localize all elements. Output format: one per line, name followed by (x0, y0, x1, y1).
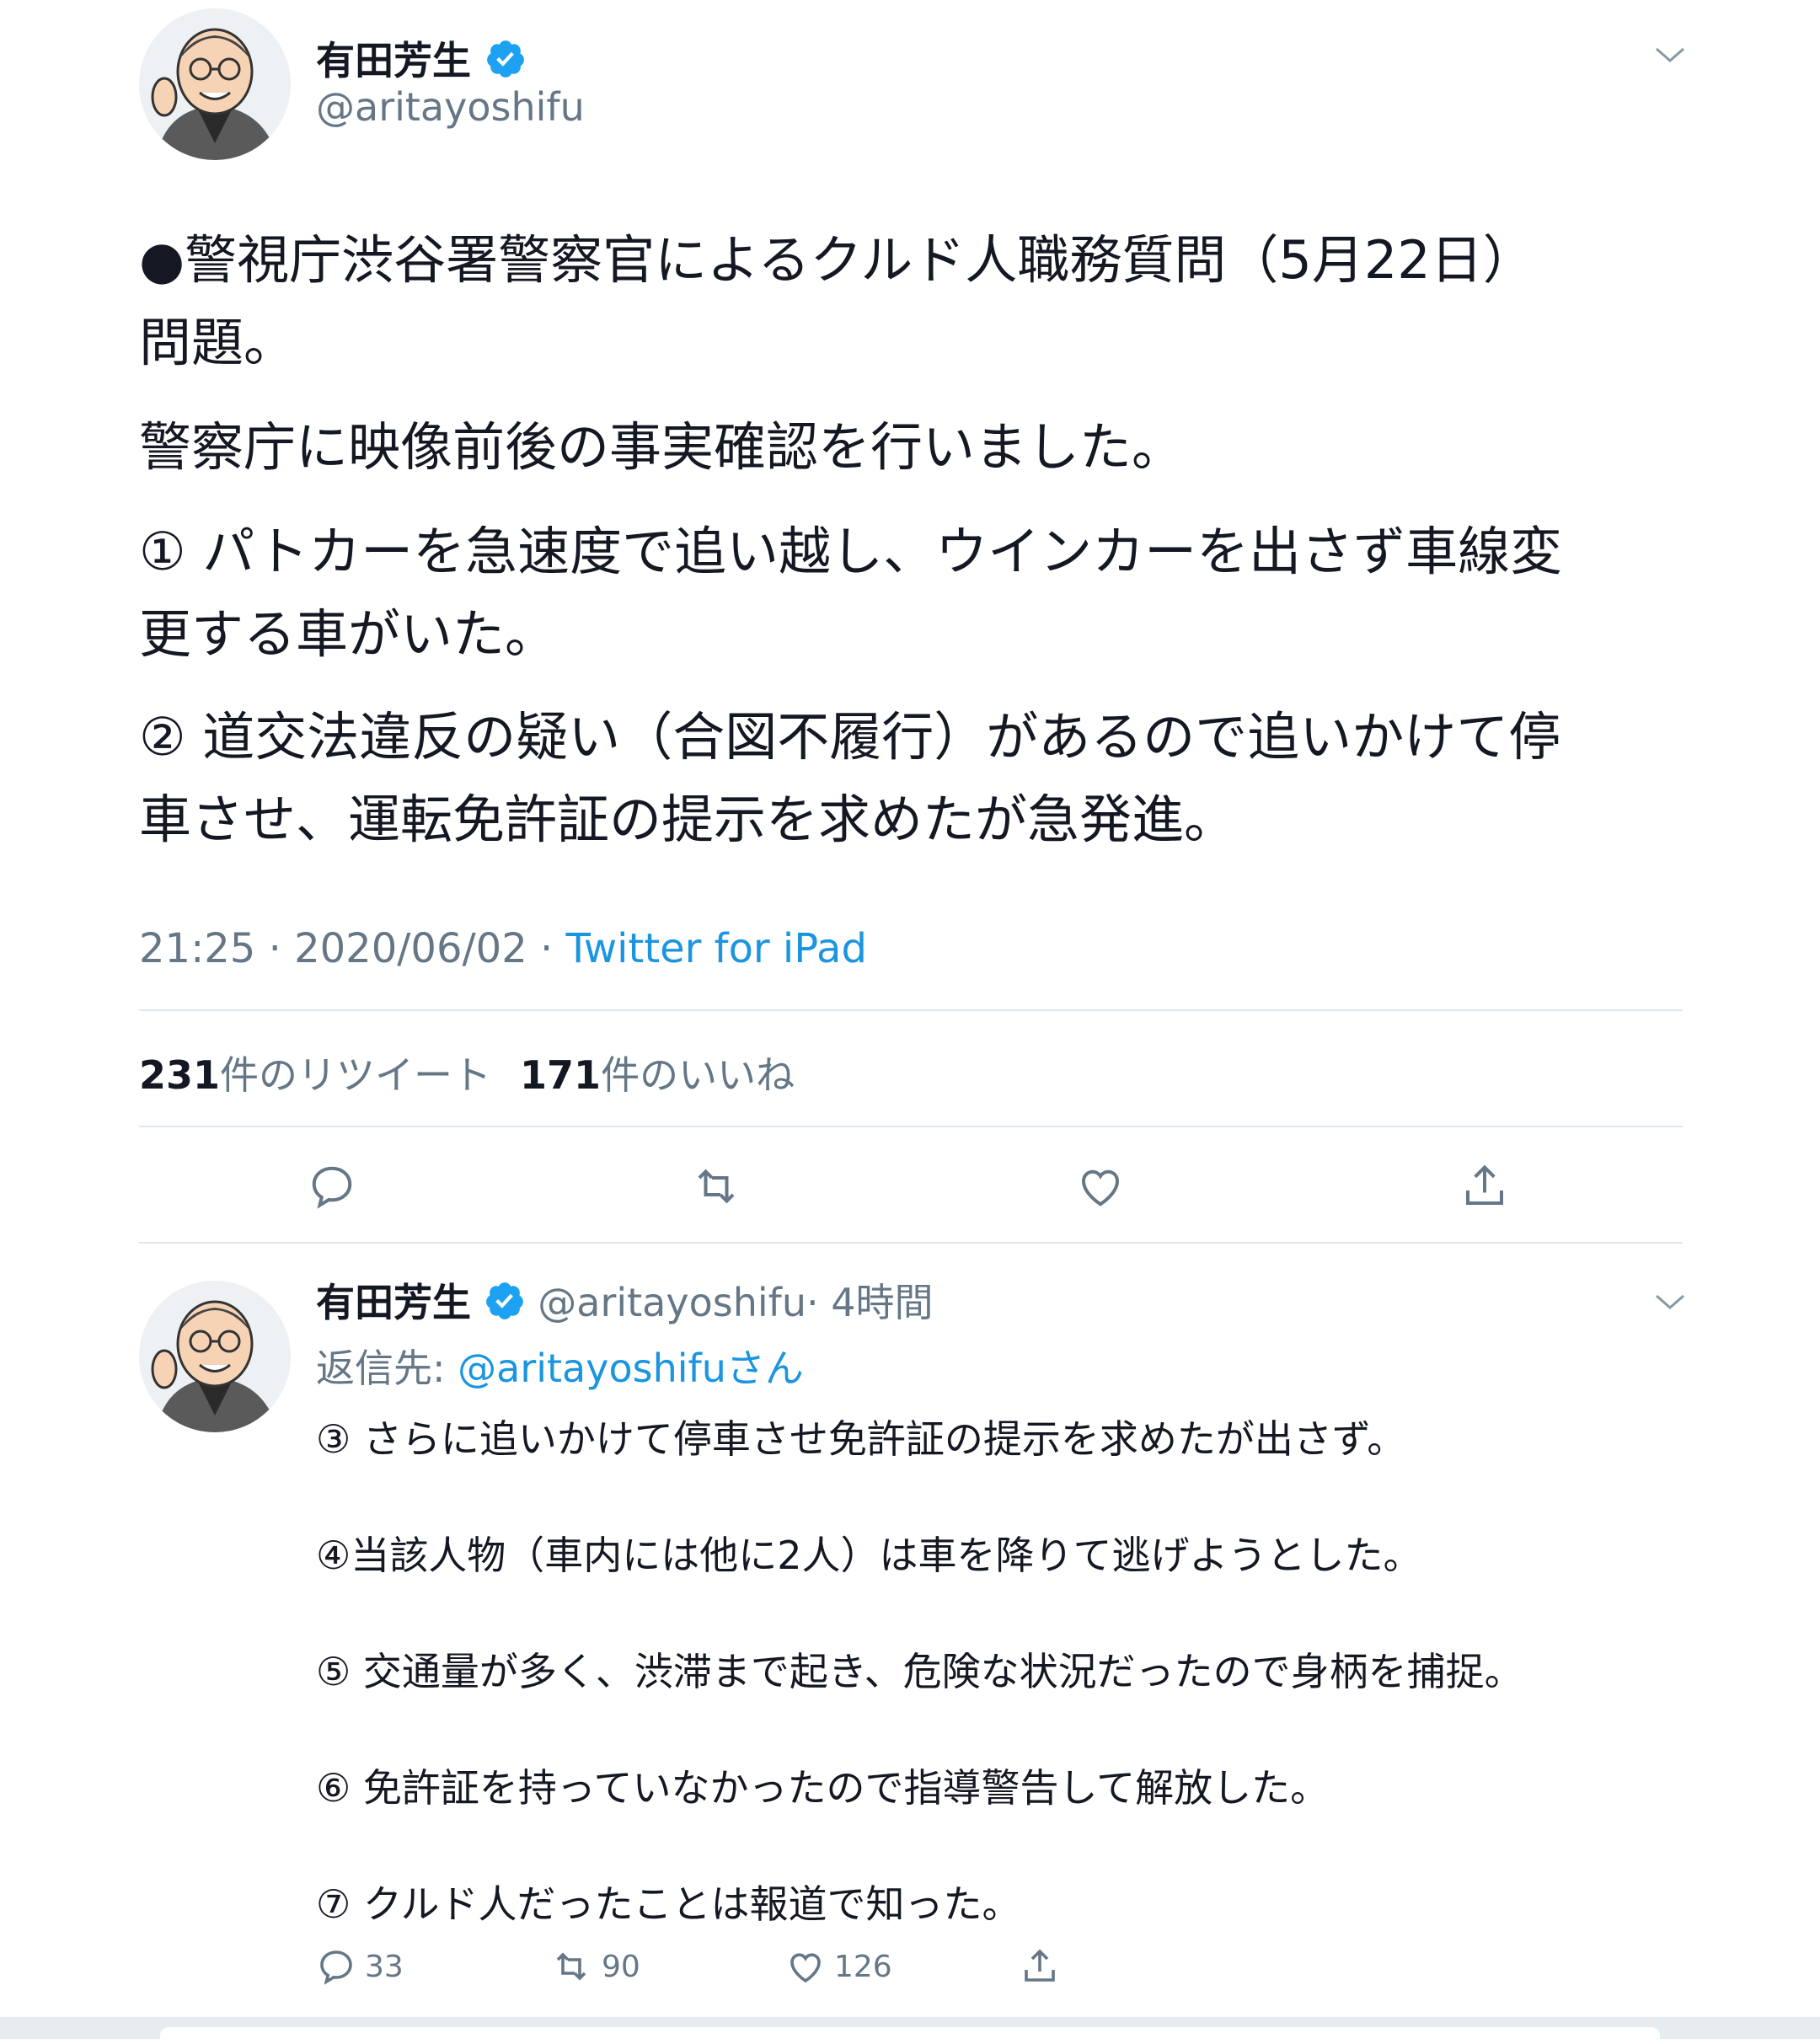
retweets-count: 231 (139, 1052, 221, 1098)
verified-badge-icon (484, 38, 527, 89)
share-button[interactable] (1451, 1153, 1518, 1220)
reply-icon (312, 1166, 352, 1209)
likes-stat[interactable]: 171件のいいね (520, 1052, 795, 1098)
heart-icon (790, 1953, 821, 1983)
avatar-illustration (139, 1281, 291, 1432)
tweet-body-paragraph: ② 道交法違反の疑い（合図不履行）があるので追いかけて停 車させ、運転免許証の提… (139, 696, 1698, 861)
retweet-icon (698, 1169, 735, 1204)
divider (139, 1242, 1683, 1244)
reply-body-line: ⑤ 交通量が多く、渋滞まで起き、危険な状況だったので身柄を捕捉。 (316, 1649, 1523, 1694)
reply-author-handle[interactable]: @aritayoshifu (538, 1280, 806, 1325)
author-name-text: 有田芳生 (316, 38, 471, 83)
tweet-body: ●警視庁渋谷署警察官によるクルド人職務質問（5月22日） 問題。 (139, 219, 1698, 384)
like-count: 126 (834, 1949, 892, 1984)
tweet-body-line: 問題。 (139, 312, 297, 373)
reply-header: 有田芳生 @aritayoshifu· 4時間 (316, 1272, 934, 1331)
replying-to-label: 返信先: (316, 1346, 458, 1391)
author-avatar[interactable] (139, 8, 291, 160)
author-name[interactable]: 有田芳生 (316, 30, 527, 89)
reply-body-line: ⑥ 免許証を持っていなかったので指導警告して解放した。 (316, 1765, 1330, 1811)
tweet-meta: 21:25 · 2020/06/02 · Twitter for iPad (139, 925, 867, 972)
tweet-body-line: ●警視庁渋谷署警察官によるクルド人職務質問（5月22日） (139, 229, 1535, 291)
tweet-body-line: 更する車がいた。 (139, 603, 558, 665)
verified-badge-icon (484, 1280, 526, 1331)
divider (139, 1009, 1683, 1011)
tweet-body-paragraph: ① パトカーを急速度で追い越し、ウインカーを出さず車線変 更する車がいた。 (139, 511, 1698, 676)
tweet-body-line: 車させ、運転免許証の提示を求めたが急発進。 (139, 789, 1237, 850)
reply-time-ago[interactable]: · 4時間 (806, 1280, 934, 1325)
tweet-body-line: ① パトカーを急速度で追い越し、ウインカーを出さず車線変 (139, 521, 1563, 582)
reply-body-line: ③ さらに追いかけて停車させ免許証の提示を求めたが出さず。 (316, 1416, 1406, 1462)
share-icon (1025, 1949, 1055, 1982)
tweet-body-line: 警察庁に映像前後の事実確認を行いました。 (139, 416, 1185, 478)
reply-author-avatar[interactable] (139, 1281, 291, 1432)
reply-icon (320, 1950, 352, 1985)
tweet-timestamp[interactable]: 21:25 · 2020/06/02 · (139, 925, 566, 972)
tweet-body-paragraph: 警察庁に映像前後の事実確認を行いました。 (139, 406, 1698, 489)
reply-count: 33 (365, 1949, 404, 1984)
chevron-down-icon[interactable] (1653, 42, 1687, 71)
like-button[interactable] (1067, 1153, 1134, 1220)
reply-button[interactable] (298, 1153, 366, 1220)
timeline-separator (0, 2017, 1820, 2044)
tweet-stats: 231件のリツイート 171件のいいね (139, 1045, 795, 1100)
reply-share-button[interactable] (1020, 1946, 1068, 1987)
reply-like-button[interactable]: 126 (785, 1946, 892, 1987)
reply-author-name[interactable]: 有田芳生 (316, 1280, 471, 1325)
share-icon (1466, 1164, 1503, 1205)
replying-to-link[interactable]: @aritayoshifuさん (458, 1346, 804, 1391)
retweet-icon (556, 1952, 586, 1981)
likes-label: 件のいいね (601, 1052, 795, 1098)
heart-icon (1081, 1169, 1120, 1207)
reply-reply-button[interactable]: 33 (316, 1946, 404, 1987)
tweet-body-line: ② 道交法違反の疑い（合図不履行）があるので追いかけて停 (139, 706, 1561, 768)
reply-body-line: ④当該人物（車内には他に2人）は車を降りて逃げようとした。 (316, 1533, 1422, 1578)
likes-count: 171 (520, 1052, 602, 1098)
retweet-button[interactable] (682, 1153, 750, 1220)
retweet-count: 90 (602, 1949, 640, 1984)
author-handle[interactable]: @aritayoshifu (316, 84, 585, 130)
divider (139, 1126, 1683, 1127)
reply-body-line: ⑦ クルド人だったことは報道で知った。 (316, 1881, 1021, 1927)
retweets-label: 件のリツイート (220, 1052, 492, 1098)
avatar-illustration (139, 8, 291, 160)
tweet-source-link[interactable]: Twitter for iPad (566, 925, 867, 972)
retweets-stat[interactable]: 231件のリツイート (139, 1052, 491, 1098)
chevron-down-icon[interactable] (1653, 1289, 1687, 1318)
next-card-edge (160, 2027, 1660, 2044)
replying-to: 返信先: @aritayoshifuさん (316, 1338, 804, 1394)
reply-retweet-button[interactable]: 90 (549, 1946, 640, 1987)
